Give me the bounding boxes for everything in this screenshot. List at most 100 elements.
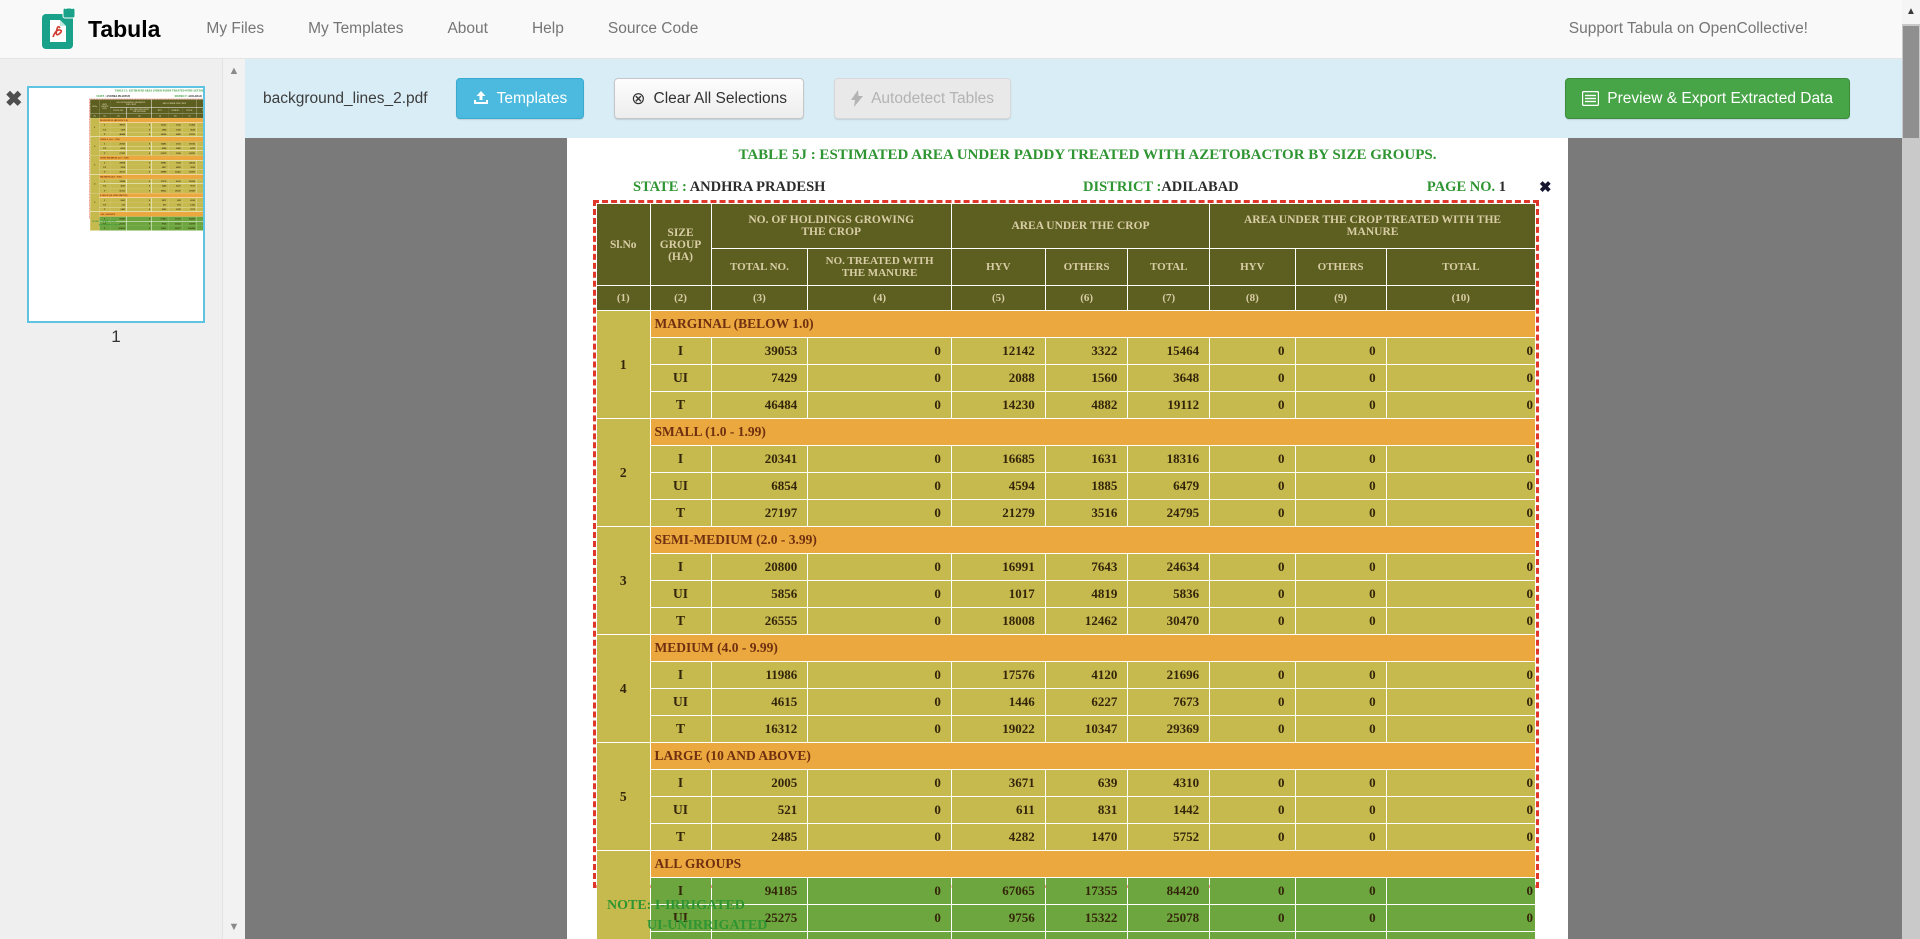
value-cell: 6227 — [1045, 689, 1128, 716]
table-row: I39053012142332215464000 — [597, 338, 1536, 365]
state-label: STATE : — [96, 95, 105, 98]
value-cell: 0 — [808, 473, 952, 500]
templates-button[interactable]: Templates — [456, 78, 585, 119]
selection-close-icon[interactable]: ✖ — [1539, 178, 1552, 197]
row-type-cell: T — [650, 500, 711, 527]
table-header-cell: SIZE GROUP (HA) — [99, 99, 110, 113]
value-cell: 84420 — [1128, 878, 1210, 905]
row-type-cell: UI — [650, 797, 711, 824]
group-header-cell: SMALL (1.0 - 1.99) — [650, 419, 1535, 446]
row-type-cell: I — [650, 446, 711, 473]
main-nav: My Files My Templates About Help Source Code — [206, 20, 698, 38]
value-cell: 0 — [1295, 932, 1386, 939]
value-cell: 0 — [1210, 716, 1295, 743]
page-scrollbar[interactable]: ▲ — [1902, 0, 1920, 939]
row-type-cell: T — [650, 716, 711, 743]
nav-item-my-templates[interactable]: My Templates — [308, 20, 403, 38]
value-cell: 76821 — [152, 226, 168, 231]
group-header-cell: MARGINAL (BELOW 1.0) — [650, 311, 1535, 338]
district-value: ADILABAD — [1161, 179, 1238, 195]
tabula-logo-icon[interactable] — [40, 7, 78, 51]
pdf-page[interactable]: TABLE 5J : ESTIMATED AREA UNDER PADDY TR… — [567, 138, 1568, 939]
value-cell: 0 — [808, 608, 952, 635]
value-cell: 0 — [808, 716, 952, 743]
nav-item-about[interactable]: About — [447, 20, 488, 38]
selection-box: Sl.NoSIZE GROUP (HA)NO. OF HOLDINGS GROW… — [89, 99, 205, 219]
value-cell: 76821 — [951, 932, 1045, 939]
table-row: T265550180081246230470000 — [597, 608, 1536, 635]
value-cell: 27197 — [711, 500, 808, 527]
nav-item-my-files[interactable]: My Files — [206, 20, 264, 38]
clear-selections-button-label: Clear All Selections — [654, 90, 788, 108]
slno-cell: 2 — [597, 419, 651, 527]
slno-cell: 5 — [597, 743, 651, 851]
table-subheader-cell: OTHERS — [1045, 249, 1128, 286]
value-cell: 3671 — [951, 770, 1045, 797]
table-subheader-cell: HYV — [951, 249, 1045, 286]
table-colnumber-cell: (8) — [1210, 286, 1295, 311]
value-cell: 21279 — [951, 500, 1045, 527]
value-cell: 0 — [808, 446, 952, 473]
value-cell: 0 — [1386, 824, 1535, 851]
value-cell: 0 — [1386, 662, 1535, 689]
table-row: T24850428214705752000 — [597, 824, 1536, 851]
table-row: UI68540459418856479000 — [597, 473, 1536, 500]
export-button[interactable]: Preview & Export Extracted Data — [1565, 78, 1850, 119]
value-cell: 0 — [1210, 500, 1295, 527]
table-header-cell: NO. OF HOLDINGS GROWING THE CROP — [110, 99, 152, 107]
value-cell: 521 — [711, 797, 808, 824]
value-cell: 4310 — [1128, 770, 1210, 797]
value-cell: 26555 — [711, 608, 808, 635]
table-header-cell: NO. OF HOLDINGS GROWING THE CROP — [711, 204, 951, 249]
value-cell: 2005 — [711, 770, 808, 797]
value-cell: 0 — [1386, 770, 1535, 797]
slno-cell: 1 — [90, 118, 99, 137]
value-cell: 1885 — [1045, 473, 1128, 500]
value-cell: 0 — [808, 662, 952, 689]
upload-icon — [473, 91, 489, 106]
table-subheader-cell: TOTAL NO. — [711, 249, 808, 286]
table-colnumber-cell: (9) — [1295, 286, 1386, 311]
clear-selections-button[interactable]: ⊗ Clear All Selections — [614, 78, 804, 119]
nav-item-source-code[interactable]: Source Code — [608, 20, 698, 38]
value-cell: 611 — [951, 797, 1045, 824]
row-type-cell: I — [650, 554, 711, 581]
value-cell: 0 — [1386, 797, 1535, 824]
value-cell: 25078 — [1128, 905, 1210, 932]
value-cell: 0 — [1210, 554, 1295, 581]
value-cell: 3648 — [1128, 365, 1210, 392]
thumbnail-close-icon[interactable]: ✖ — [5, 89, 23, 110]
pdf-page: TABLE 5J : ESTIMATED AREA UNDER PADDY TR… — [85, 88, 205, 320]
scroll-up-icon[interactable]: ▲ — [223, 65, 245, 77]
document-viewport: TABLE 5J : ESTIMATED AREA UNDER PADDY TR… — [245, 138, 1920, 939]
scroll-down-icon[interactable]: ▼ — [223, 921, 245, 933]
value-cell: 0 — [1295, 878, 1386, 905]
group-header-cell: LARGE (10 AND ABOVE) — [650, 743, 1535, 770]
slno-cell: 3 — [90, 156, 99, 175]
scrollbar-thumb[interactable] — [1903, 26, 1919, 138]
value-cell: 0 — [1295, 338, 1386, 365]
nav-item-help[interactable]: Help — [532, 20, 564, 38]
sidebar: ✖ TABLE 5J : ESTIMATED AREA UNDER PADDY … — [0, 59, 222, 939]
table-row: UI52106118311442000 — [597, 797, 1536, 824]
scrollbar-up-icon[interactable]: ▲ — [1902, 0, 1920, 24]
extracted-table: Sl.NoSIZE GROUP (HA)NO. OF HOLDINGS GROW… — [90, 99, 205, 230]
sidebar-scrollbar[interactable]: ▲ ▼ — [222, 59, 245, 939]
value-cell: 7643 — [1045, 554, 1128, 581]
table-row: UI74290208815603648000 — [597, 365, 1536, 392]
table-subheader-cell: HYV — [1210, 249, 1295, 286]
autodetect-tables-button[interactable]: Autodetect Tables — [834, 78, 1011, 119]
brand-title[interactable]: Tabula — [88, 16, 160, 43]
app-header: Tabula My Files My Templates About Help Sour… — [0, 0, 1920, 59]
value-cell: 1017 — [951, 581, 1045, 608]
selection-box[interactable]: Sl.NoSIZE GROUP (HA)NO. OF HOLDINGS GROW… — [593, 200, 1539, 888]
value-cell: 67065 — [951, 878, 1045, 905]
value-cell: 0 — [808, 392, 952, 419]
table-colnumber-cell: (10) — [1386, 286, 1535, 311]
value-cell: 0 — [1386, 500, 1535, 527]
group-header-cell: SEMI-MEDIUM (2.0 - 3.99) — [650, 527, 1535, 554]
value-cell: 0 — [1386, 338, 1535, 365]
page-thumbnail[interactable]: TABLE 5J : ESTIMATED AREA UNDER PADDY TR… — [27, 86, 205, 323]
value-cell: 4882 — [1045, 392, 1128, 419]
support-link[interactable]: Support Tabula on OpenCollective! — [1569, 20, 1920, 38]
